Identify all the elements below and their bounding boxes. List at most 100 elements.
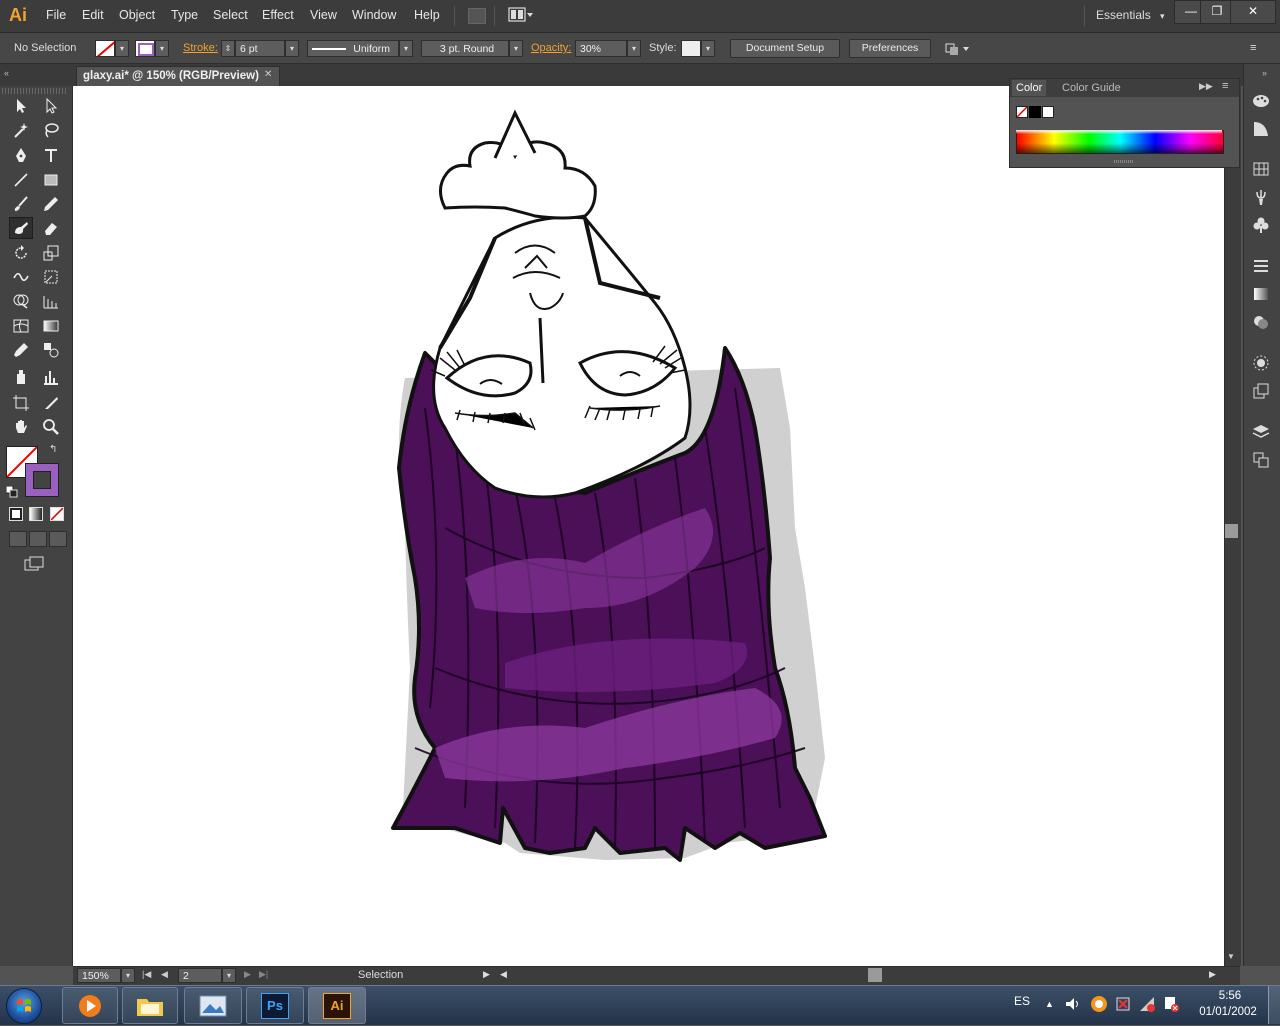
tools-panel-grip[interactable] xyxy=(2,88,68,94)
swap-fill-stroke-icon[interactable]: ↰ xyxy=(49,444,57,455)
stroke-color-widget[interactable] xyxy=(25,463,59,497)
opacity-field[interactable]: 30% xyxy=(575,40,627,57)
default-colors-icon[interactable] xyxy=(5,485,18,498)
color-panel-button[interactable] xyxy=(1247,90,1275,112)
swatches-button[interactable] xyxy=(1247,158,1275,180)
preferences-button[interactable]: Preferences xyxy=(849,39,931,58)
transparency-button[interactable] xyxy=(1247,311,1275,333)
expand-panel-icon[interactable]: ▶▶ xyxy=(1199,81,1213,92)
document-tab[interactable]: glaxy.ai* @ 150% (RGB/Preview) xyxy=(76,66,280,86)
tab-color-guide[interactable]: Color Guide xyxy=(1062,80,1121,96)
rotate-tool[interactable] xyxy=(9,242,33,264)
taskbar-illustrator[interactable]: Ai xyxy=(308,987,366,1024)
style-dropdown[interactable]: ▾ xyxy=(701,40,715,57)
mesh-tool[interactable] xyxy=(9,315,33,337)
lasso-tool[interactable] xyxy=(39,119,63,141)
stroke-weight-field[interactable]: 6 pt xyxy=(235,40,285,57)
collapse-panel-icon[interactable]: « xyxy=(4,68,9,78)
selection-tool[interactable] xyxy=(9,95,33,117)
direct-selection-tool[interactable] xyxy=(39,95,63,117)
stroke-weight-stepper[interactable]: ⇕ xyxy=(221,40,235,57)
none-swatch[interactable] xyxy=(1016,106,1028,118)
artboard-dropdown[interactable]: ▾ xyxy=(222,968,236,983)
status-menu-icon[interactable]: ▶ xyxy=(483,969,490,980)
previous-artboard-icon[interactable]: ◀ xyxy=(161,969,168,980)
screen-mode-button[interactable] xyxy=(24,556,46,572)
scroll-left-icon[interactable]: ◀ xyxy=(500,969,507,980)
paintbrush-tool[interactable] xyxy=(9,193,33,215)
brush-definition[interactable]: 3 pt. Round xyxy=(421,40,509,57)
stroke-weight-dropdown[interactable]: ▾ xyxy=(285,40,299,57)
graphic-styles-button[interactable] xyxy=(1247,380,1275,402)
avast-tray-icon[interactable] xyxy=(1090,995,1108,1013)
line-segment-tool[interactable] xyxy=(9,169,33,191)
symbols-button[interactable] xyxy=(1247,214,1275,236)
upside-down-girl-illustration[interactable] xyxy=(385,108,835,868)
layers-button[interactable] xyxy=(1247,421,1275,443)
shape-builder-tool[interactable] xyxy=(9,290,33,312)
panel-options-icon[interactable]: ≡ xyxy=(1222,80,1228,92)
taskbar-media-player[interactable] xyxy=(62,987,118,1024)
eyedropper-tool[interactable] xyxy=(9,339,33,361)
taskbar-photoshop[interactable]: Ps xyxy=(246,987,304,1024)
taskbar-photo-viewer[interactable] xyxy=(184,987,242,1024)
draw-inside-button[interactable] xyxy=(49,531,67,547)
next-artboard-icon[interactable]: ▶ xyxy=(244,969,251,980)
volume-icon[interactable] xyxy=(1064,995,1082,1013)
fill-swatch[interactable] xyxy=(95,40,115,57)
magic-wand-tool[interactable] xyxy=(9,119,33,141)
hand-tool[interactable] xyxy=(9,416,33,438)
scroll-down-icon[interactable]: ▼ xyxy=(1227,952,1235,961)
horizontal-scroll-thumb[interactable] xyxy=(868,968,882,982)
menu-view[interactable]: View xyxy=(310,0,337,31)
vertical-scroll-thumb[interactable] xyxy=(1225,524,1238,538)
go-to-bridge-button[interactable] xyxy=(468,8,486,24)
menu-window[interactable]: Window xyxy=(352,0,396,31)
blend-tool[interactable] xyxy=(39,339,63,361)
network-tray-icon[interactable] xyxy=(1138,995,1156,1013)
last-artboard-icon[interactable]: ▶| xyxy=(259,969,268,980)
show-desktop-button[interactable] xyxy=(1268,986,1280,1024)
column-graph-tool[interactable] xyxy=(39,366,63,388)
color-guide-button[interactable] xyxy=(1247,118,1275,140)
restore-button[interactable]: ❐ xyxy=(1200,0,1234,24)
show-hidden-icons-icon[interactable]: ▲ xyxy=(1045,999,1054,1009)
first-artboard-icon[interactable]: |◀ xyxy=(142,969,151,980)
artboards-button[interactable] xyxy=(1247,449,1275,471)
black-swatch[interactable] xyxy=(1029,106,1041,118)
profile-dropdown[interactable]: ▾ xyxy=(399,40,413,57)
gradient-mode-button[interactable] xyxy=(29,507,43,521)
white-swatch[interactable] xyxy=(1042,106,1054,118)
draw-behind-button[interactable] xyxy=(29,531,47,547)
menu-edit[interactable]: Edit xyxy=(82,0,104,31)
scale-tool[interactable] xyxy=(39,242,63,264)
menu-file[interactable]: File xyxy=(46,0,66,31)
brushes-button[interactable] xyxy=(1247,186,1275,208)
stroke-panel-button[interactable] xyxy=(1247,255,1275,277)
perspective-grid-tool[interactable] xyxy=(39,290,63,312)
gradient-panel-button[interactable] xyxy=(1247,283,1275,305)
appearance-button[interactable] xyxy=(1247,352,1275,374)
gradient-tool[interactable] xyxy=(39,315,63,337)
warp-tool[interactable] xyxy=(9,266,33,288)
pencil-tool[interactable] xyxy=(39,193,63,215)
rectangle-tool[interactable] xyxy=(39,169,63,191)
zoom-level-field[interactable]: 150% xyxy=(77,968,121,983)
opacity-label[interactable]: Opacity: xyxy=(531,42,571,54)
menu-effect[interactable]: Effect xyxy=(262,0,294,31)
draw-normal-button[interactable] xyxy=(9,531,27,547)
stroke-dropdown[interactable]: ▾ xyxy=(155,40,169,57)
language-indicator[interactable]: ES xyxy=(1014,994,1030,1008)
brush-dropdown[interactable]: ▾ xyxy=(509,40,523,57)
menu-select[interactable]: Select xyxy=(213,0,248,31)
none-mode-button[interactable] xyxy=(50,507,64,521)
symbol-sprayer-tool[interactable] xyxy=(9,366,33,388)
free-transform-tool[interactable] xyxy=(39,266,63,288)
zoom-tool[interactable] xyxy=(39,416,63,438)
artboard-number-field[interactable]: 2 xyxy=(178,968,222,983)
menu-type[interactable]: Type xyxy=(171,0,198,31)
opacity-dropdown[interactable]: ▾ xyxy=(627,40,641,57)
menu-object[interactable]: Object xyxy=(119,0,155,31)
slice-tool[interactable] xyxy=(39,392,63,414)
panel-resize-grip[interactable] xyxy=(1114,160,1134,163)
